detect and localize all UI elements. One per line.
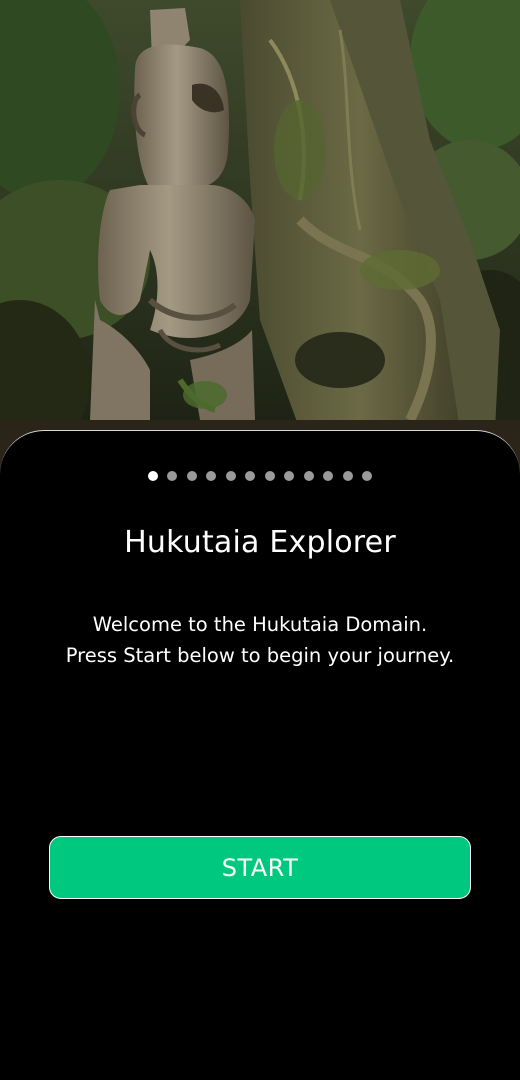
page-dot[interactable] <box>225 471 236 481</box>
welcome-line-2: Press Start below to begin your journey. <box>65 644 455 667</box>
welcome-line-1: Welcome to the Hukutaia Domain. <box>92 613 428 636</box>
carved-statue-forest-image <box>0 0 520 470</box>
page-dot[interactable] <box>167 471 178 481</box>
page-indicator[interactable] <box>0 471 520 481</box>
page-dot[interactable] <box>245 471 256 481</box>
page-dot[interactable] <box>284 471 295 481</box>
page-dot[interactable] <box>342 471 353 481</box>
page-dot[interactable] <box>362 471 373 481</box>
page-dot[interactable] <box>206 471 217 481</box>
welcome-text: Welcome to the Hukutaia Domain. Press St… <box>0 609 520 671</box>
app-title: Hukutaia Explorer <box>124 525 396 560</box>
page-dot-active[interactable] <box>147 471 158 481</box>
page-dot[interactable] <box>303 471 314 481</box>
page-dot[interactable] <box>323 471 334 481</box>
page-dot[interactable] <box>186 471 197 481</box>
onboarding-sheet: Hukutaia Explorer Welcome to the Hukutai… <box>0 430 520 1080</box>
hero-image <box>0 0 520 470</box>
page-dot[interactable] <box>264 471 275 481</box>
start-button[interactable]: START <box>49 836 471 899</box>
